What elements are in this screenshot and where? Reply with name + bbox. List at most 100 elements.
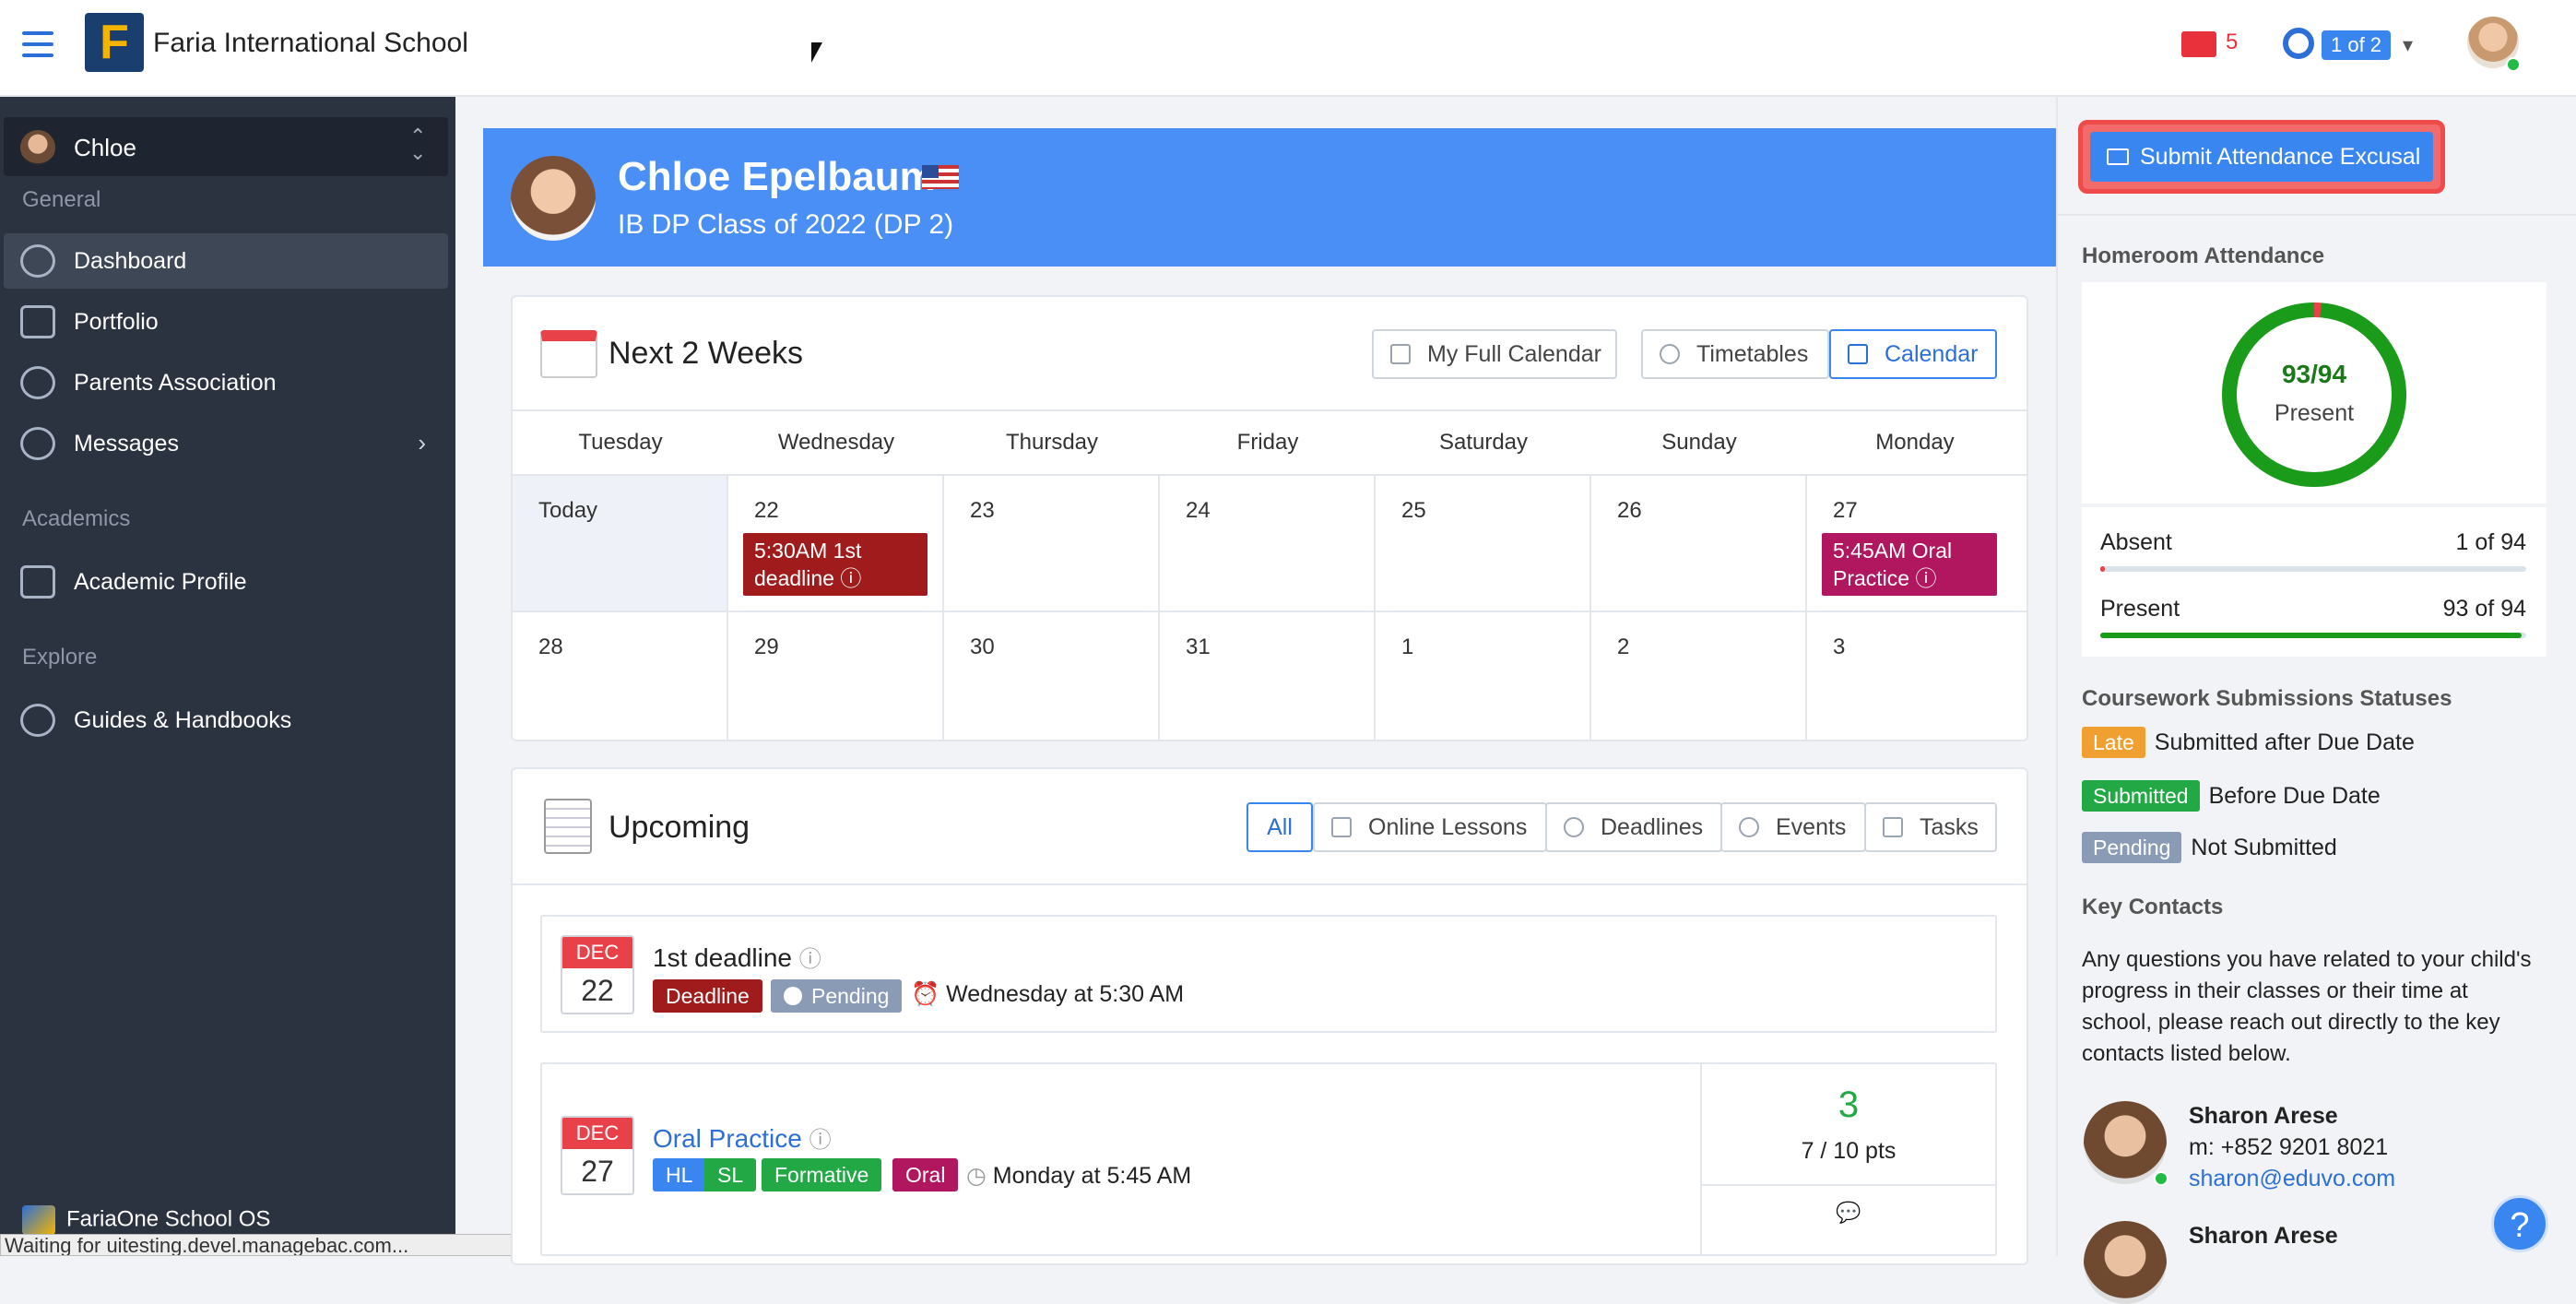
calendar-day-cell[interactable]: 23: [944, 474, 1160, 611]
calendar-day-cell[interactable]: 24: [1160, 474, 1376, 611]
filter-events[interactable]: Events: [1720, 802, 1866, 852]
calendar-day-cell[interactable]: 3: [1807, 611, 2027, 740]
profile-name: Chloe Epelbaum: [618, 154, 936, 199]
sidebar-item-academic-profile[interactable]: Academic Profile: [4, 554, 448, 610]
clock-icon: [784, 987, 802, 1005]
item-title-text: Oral Practice: [653, 1124, 802, 1153]
calendar-day-cell[interactable]: Today: [513, 474, 728, 611]
mail-icon[interactable]: [2181, 31, 2216, 57]
calendar-event-deadline[interactable]: 5:30AM 1st deadline ⓘ: [743, 533, 928, 596]
top-bar: F Faria International School 5 1 of 2 ▾: [0, 0, 2576, 97]
upcoming-item-1st-deadline[interactable]: [540, 915, 1997, 1033]
day-number: 27: [1833, 498, 1858, 523]
calendar-day-cell[interactable]: 25: [1376, 474, 1591, 611]
sidebar-item-label: Parents Association: [74, 370, 277, 396]
section-general: General: [22, 187, 101, 212]
day-number: 22: [754, 498, 779, 523]
present-value: 93 of 94: [2442, 596, 2526, 622]
calendar-day-cell[interactable]: 1: [1376, 611, 1591, 740]
absent-value: 1 of 94: [2455, 529, 2526, 555]
absent-label: Absent: [2100, 529, 2172, 555]
fariaone-footer[interactable]: FariaOne School OS: [22, 1205, 270, 1235]
student-selector[interactable]: Chloe ⌃ ⌄: [4, 117, 448, 176]
donut-value: 93/94: [2281, 360, 2347, 388]
calendar-day-cell[interactable]: 27 5:45AM Oral Practice ⓘ: [1807, 474, 2027, 611]
filter-tasks[interactable]: Tasks: [1864, 802, 1997, 852]
footer-label: FariaOne School OS: [66, 1206, 271, 1232]
clock-icon: ◷: [966, 1163, 987, 1189]
calendar-day-cell[interactable]: 2: [1591, 611, 1807, 740]
day-number: 23: [970, 498, 995, 523]
children-pager[interactable]: 1 of 2: [2322, 30, 2392, 60]
handbook-icon: [20, 704, 55, 737]
legend-pending: Pending Not Submitted: [2082, 832, 2337, 863]
chevron-right-icon: ›: [418, 429, 426, 456]
filter-deadlines[interactable]: Deadlines: [1545, 802, 1722, 852]
day-number: 24: [1186, 498, 1211, 523]
contact-email[interactable]: sharon@eduvo.com: [2189, 1166, 2395, 1192]
mouse-cursor-icon: [811, 42, 822, 63]
info-icon: ⓘ: [840, 566, 862, 590]
calendar-day-cell[interactable]: 26: [1591, 474, 1807, 611]
my-full-calendar-button[interactable]: My Full Calendar: [1372, 329, 1617, 379]
contact-avatar[interactable]: [2084, 1101, 2167, 1184]
alarm-icon: [1564, 817, 1584, 837]
calendar-event-oral-practice[interactable]: 5:45AM Oral Practice ⓘ: [1822, 533, 1997, 596]
calendar-day-cell[interactable]: 31: [1160, 611, 1376, 740]
legend-text: Submitted after Due Date: [2154, 729, 2415, 755]
help-button[interactable]: ?: [2491, 1195, 2548, 1252]
info-icon: ⓘ: [1915, 566, 1937, 590]
sidebar-item-messages[interactable]: Messages ›: [4, 416, 448, 471]
up-down-chevron-icon: ⌃ ⌄: [409, 124, 427, 164]
lifebuoy-icon[interactable]: [2283, 28, 2314, 59]
mail-count[interactable]: 5: [2226, 30, 2238, 55]
chevron-down-icon[interactable]: ▾: [2403, 33, 2413, 57]
divider: [2058, 214, 2576, 216]
student-name: Chloe: [74, 134, 136, 161]
divider: [513, 409, 2027, 411]
submit-attendance-excusal-button[interactable]: Submit Attendance Excusal: [2090, 132, 2433, 182]
calendar-day-cell[interactable]: 30: [944, 611, 1160, 740]
sidebar-item-dashboard[interactable]: Dashboard: [4, 233, 448, 289]
calendar-title: Next 2 Weeks: [609, 336, 804, 371]
present-label: Present: [2100, 596, 2180, 622]
button-label: Timetables: [1696, 341, 1809, 367]
sidebar-item-portfolio[interactable]: Portfolio: [4, 294, 448, 350]
calendar-day-cell[interactable]: 29: [728, 611, 944, 740]
online-status-dot: [2506, 57, 2521, 72]
submitted-badge: Submitted: [2082, 780, 2200, 812]
info-icon[interactable]: ⓘ: [809, 1128, 832, 1153]
contact-avatar[interactable]: [2084, 1221, 2167, 1304]
filter-all[interactable]: All: [1247, 802, 1313, 852]
timetables-button[interactable]: Timetables: [1641, 329, 1829, 379]
tag-label: Pending: [811, 984, 890, 1008]
us-flag-icon: [922, 165, 959, 189]
contact-name[interactable]: Sharon Arese: [2189, 1103, 2338, 1130]
attendance-donut: [2222, 302, 2406, 487]
pending-badge: Pending: [2082, 832, 2182, 863]
day-header: Sunday: [1661, 430, 1737, 455]
info-icon[interactable]: ⓘ: [799, 947, 821, 972]
school-logo[interactable]: F: [85, 13, 144, 72]
present-bar-fill: [2100, 633, 2523, 638]
item-title[interactable]: 1st deadline ⓘ: [653, 941, 821, 973]
legend-text: Not Submitted: [2191, 835, 2337, 860]
sidebar-item-guides[interactable]: Guides & Handbooks: [4, 693, 448, 748]
sidebar-item-parents-association[interactable]: Parents Association: [4, 355, 448, 410]
menu-icon[interactable]: [22, 31, 53, 59]
school-name[interactable]: Faria International School: [153, 28, 468, 59]
date-badge: DEC 27: [561, 1116, 634, 1195]
day-header: Monday: [1875, 430, 1955, 455]
clock-icon: [1739, 817, 1759, 837]
contact-phone: m: +852 9201 8021: [2189, 1134, 2389, 1160]
contact-name[interactable]: Sharon Arese: [2189, 1223, 2338, 1250]
calendar-day-cell[interactable]: 28: [513, 611, 728, 740]
people-icon: [20, 366, 55, 399]
filter-online-lessons[interactable]: Online Lessons: [1313, 802, 1547, 852]
item-title-link[interactable]: Oral Practice ⓘ: [653, 1121, 832, 1154]
day-header: Friday: [1236, 430, 1299, 455]
calendar-button[interactable]: Calendar: [1829, 329, 1997, 379]
day-number: 30: [970, 634, 995, 659]
comment-icon[interactable]: 💬: [1702, 1201, 1995, 1225]
calendar-day-cell[interactable]: 22 5:30AM 1st deadline ⓘ: [728, 474, 944, 611]
